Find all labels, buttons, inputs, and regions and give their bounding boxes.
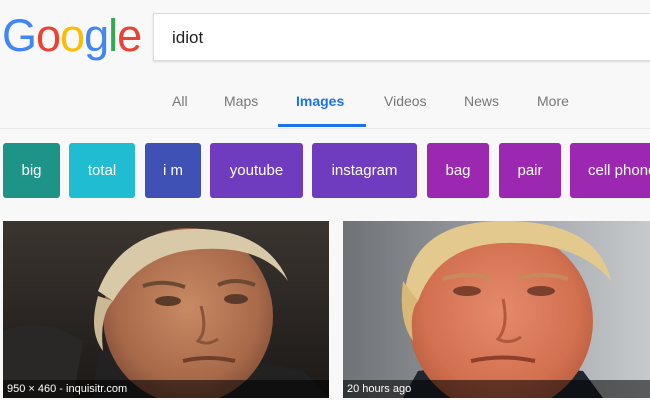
logo-letter: l [108,10,118,61]
logo-letter: o [36,10,61,61]
chip-pair[interactable]: pair [499,143,561,198]
search-input[interactable] [172,27,632,49]
related-chips: big total i m youtube instagram bag pair… [0,143,650,199]
chip-bag[interactable]: bag [427,143,489,198]
image-result[interactable]: 950 × 460 - inquisitr.com [3,221,329,398]
tab-news[interactable]: News [464,93,499,109]
chip-total[interactable]: total [69,143,135,198]
chip-big[interactable]: big [3,143,60,198]
chip-i-m[interactable]: i m [145,143,201,198]
logo-letter: g [84,10,109,61]
google-logo[interactable]: Google [2,10,142,62]
tab-all[interactable]: All [172,93,188,109]
chip-cell-phone[interactable]: cell phone [570,143,650,198]
tab-images[interactable]: Images [296,93,344,109]
search-box[interactable] [153,13,650,61]
header: Google All Maps Images Videos News More [0,0,650,129]
result-photo [3,221,329,398]
active-tab-indicator [278,124,366,127]
chip-youtube[interactable]: youtube [210,143,303,198]
result-caption: 20 hours ago [343,380,650,398]
tab-videos[interactable]: Videos [384,93,427,109]
search-tabs: All Maps Images Videos News More [0,86,650,128]
logo-letter: e [117,10,142,61]
result-caption: 950 × 460 - inquisitr.com [3,380,329,398]
result-photo [343,221,650,398]
image-result[interactable]: 20 hours ago [343,221,650,398]
logo-letter: o [60,10,85,61]
chip-instagram[interactable]: instagram [312,143,417,198]
tab-more[interactable]: More [537,93,569,109]
logo-letter: G [2,10,37,61]
tab-maps[interactable]: Maps [224,93,258,109]
